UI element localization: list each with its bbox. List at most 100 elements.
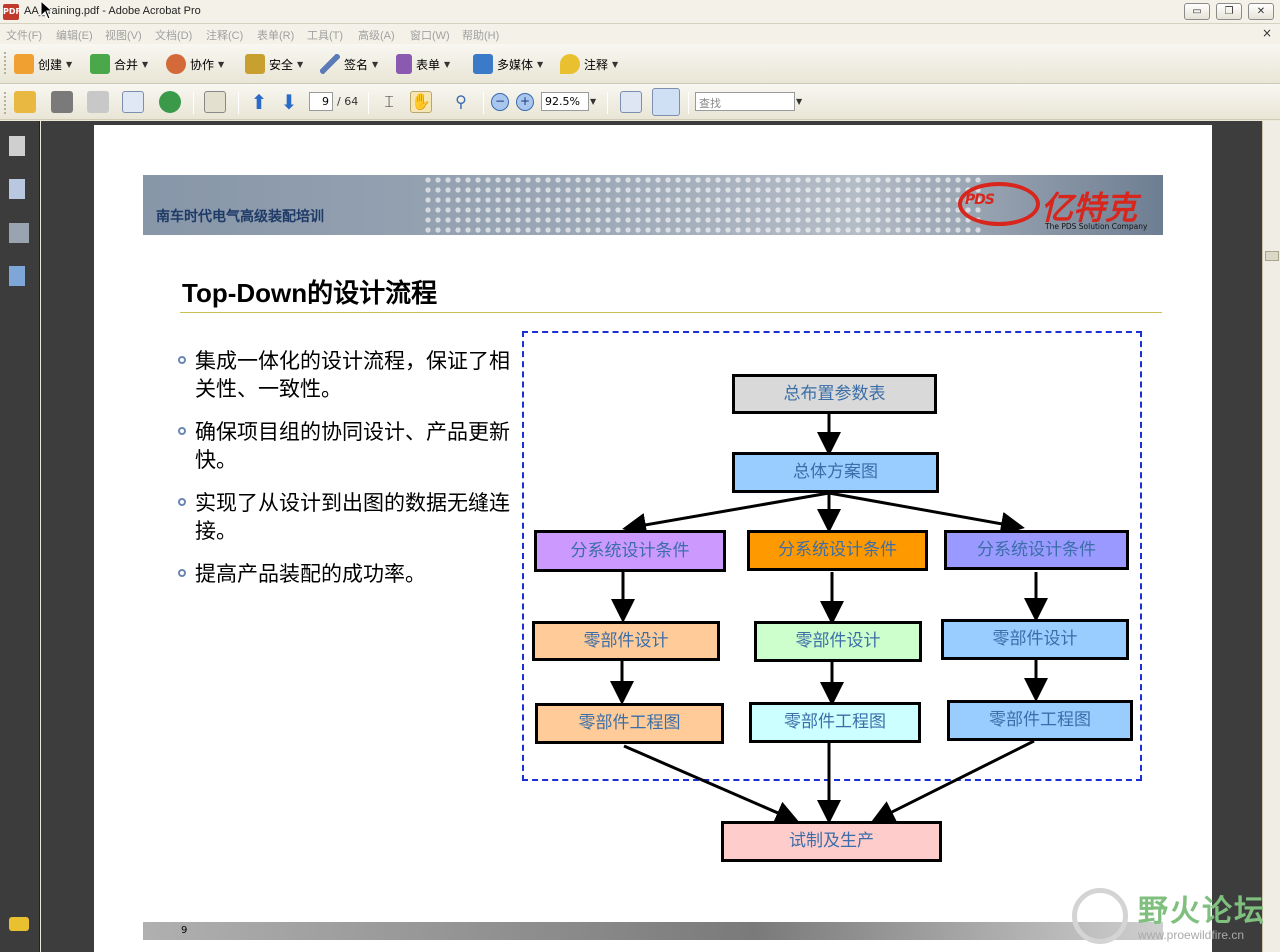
title-divider [180,312,1162,313]
comment-label: 注释 [584,57,609,72]
menu-help[interactable]: 帮助(H) [462,27,499,43]
zoom-in-icon[interactable]: + [516,93,534,111]
flow-box-production: 试制及生产 [721,821,942,862]
toolbar-grip[interactable] [4,92,7,114]
title-bar: PDF AA_training.pdf - Adobe Acrobat Pro … [0,0,1280,24]
print-icon[interactable] [51,91,73,113]
vertical-scrollbar[interactable] [1262,121,1280,952]
menu-file[interactable]: 文件(F) [6,27,42,43]
combine-button[interactable]: 合并 ▼ [90,52,148,76]
fit-page-icon[interactable] [620,91,642,113]
multimedia-icon [473,54,493,74]
bullet-icon [178,427,186,435]
sign-button[interactable]: 签名 ▼ [320,52,378,76]
chevron-down-icon: ▼ [142,59,149,69]
bookmarks-icon[interactable] [9,179,25,199]
maximize-button[interactable]: ❐ [1216,3,1242,20]
search-dropdown-chevron-icon[interactable]: ▼ [796,97,802,106]
create-button[interactable]: 创建 ▼ [14,52,72,76]
comment-button[interactable]: 注释 ▼ [560,52,618,76]
close-window-button[interactable]: ✕ [1248,3,1274,20]
bullet-icon [178,498,186,506]
select-text-icon[interactable]: ⌶ [378,91,400,113]
edit-document-icon[interactable] [204,91,226,113]
toolbar-separator [483,92,484,114]
hand-tool-icon[interactable]: ✋ [410,91,432,113]
zoom-level-input[interactable]: 92.5% [541,92,589,111]
forum-watermark: 野火论坛 www.proewildfire.cn [1068,884,1268,950]
lock-icon [245,54,265,74]
forms-button[interactable]: 表单 ▼ [396,52,450,76]
menu-advanced[interactable]: 高级(A) [358,27,395,43]
flow-box-part-drawing-b: 零部件工程图 [749,702,921,743]
comments-pane-icon[interactable] [9,917,29,931]
multimedia-button[interactable]: 多媒体 ▼ [473,52,543,76]
banner-text: 南车时代电气高级装配培训 [156,209,324,225]
previous-page-icon[interactable]: ⬆ [248,91,270,113]
zoom-tool-icon[interactable]: ⚲ [450,91,472,113]
next-page-icon[interactable]: ⬇ [278,91,300,113]
zoom-dropdown-chevron-icon[interactable]: ▼ [590,97,596,106]
sign-label: 签名 [344,57,369,72]
acrobat-app-icon: PDF [3,4,21,20]
scrollbar-thumb[interactable] [1265,251,1279,261]
menu-edit[interactable]: 编辑(E) [56,27,93,43]
document-close-icon[interactable]: × [1262,26,1272,40]
search-input[interactable]: 查找 [695,92,795,111]
chevron-down-icon: ▼ [297,59,304,69]
flow-box-layout-parameters: 总布置参数表 [732,374,937,414]
minimize-button[interactable]: ▭ [1184,3,1210,20]
flow-box-subsystem-c: 分系统设计条件 [944,530,1129,570]
open-folder-icon[interactable] [14,91,36,113]
menu-forms[interactable]: 表单(R) [257,27,294,43]
bullet-item: 实现了从设计到出图的数据无缝连接。 [178,489,525,545]
menu-view[interactable]: 视图(V) [105,27,142,43]
flow-box-overall-scheme: 总体方案图 [732,452,939,493]
collaborate-button[interactable]: 协作 ▼ [166,52,224,76]
page-number-input[interactable]: 9 [309,92,333,111]
comment-icon [560,54,580,74]
model-tree-icon[interactable] [9,266,25,286]
bullet-item: 集成一体化的设计流程，保证了相关性、一致性。 [178,347,525,403]
flow-box-part-drawing-c: 零部件工程图 [947,700,1133,741]
menu-document[interactable]: 文档(D) [155,27,192,43]
collaborate-label: 协作 [190,57,215,72]
bullet-text: 集成一体化的设计流程，保证了相关性、一致性。 [195,349,510,401]
mouse-cursor-icon [40,0,54,20]
bullet-icon [178,356,186,364]
flow-box-subsystem-a: 分系统设计条件 [534,530,726,572]
watermark-title: 野火论坛 [1138,894,1266,929]
toolbar-grip[interactable] [4,52,7,74]
pages-icon[interactable] [9,136,25,156]
slide-footer: 9 [143,922,1163,940]
create-icon [14,54,34,74]
toolbar-separator [368,92,369,114]
menu-window[interactable]: 窗口(W) [410,27,450,43]
save-icon[interactable] [87,91,109,113]
flow-box-part-drawing-a: 零部件工程图 [535,703,724,744]
slide-banner: 南车时代电气高级装配培训 PDS 亿特克 The PDS Solution Co… [143,175,1163,235]
tasks-toolbar: 创建 ▼ 合并 ▼ 协作 ▼ 安全 ▼ 签名 ▼ 表单 ▼ 多媒体 ▼ 注释 ▼ [0,44,1280,84]
flow-box-part-design-c: 零部件设计 [941,619,1129,660]
banner-dot-pattern [423,175,983,235]
menu-comments[interactable]: 注释(C) [206,27,243,43]
form-icon [396,54,412,74]
combine-label: 合并 [114,57,139,72]
menu-tools[interactable]: 工具(T) [307,27,343,43]
flow-box-part-design-a: 零部件设计 [532,621,720,661]
zoom-out-icon[interactable]: − [491,93,509,111]
bullet-text: 实现了从设计到出图的数据无缝连接。 [195,491,510,543]
watermark-url: www.proewildfire.cn [1138,928,1245,942]
web-globe-icon[interactable] [159,91,181,113]
secure-button[interactable]: 安全 ▼ [245,52,303,76]
toolbar-separator [238,92,239,114]
navigation-toolbar: ⬆ ⬇ 9 / 64 ⌶ ✋ ⚲ − + 92.5% ▼ 查找 ▼ [0,84,1280,120]
multimedia-label: 多媒体 [497,57,534,72]
company-logo-mark: PDS [965,192,995,208]
watermark-logo-icon [1072,888,1128,944]
bullet-item: 确保项目组的协同设计、产品更新快。 [178,418,525,474]
collaborate-icon [166,54,186,74]
fit-width-icon[interactable] [652,88,680,116]
signatures-icon[interactable] [9,223,29,243]
email-icon[interactable] [122,91,144,113]
